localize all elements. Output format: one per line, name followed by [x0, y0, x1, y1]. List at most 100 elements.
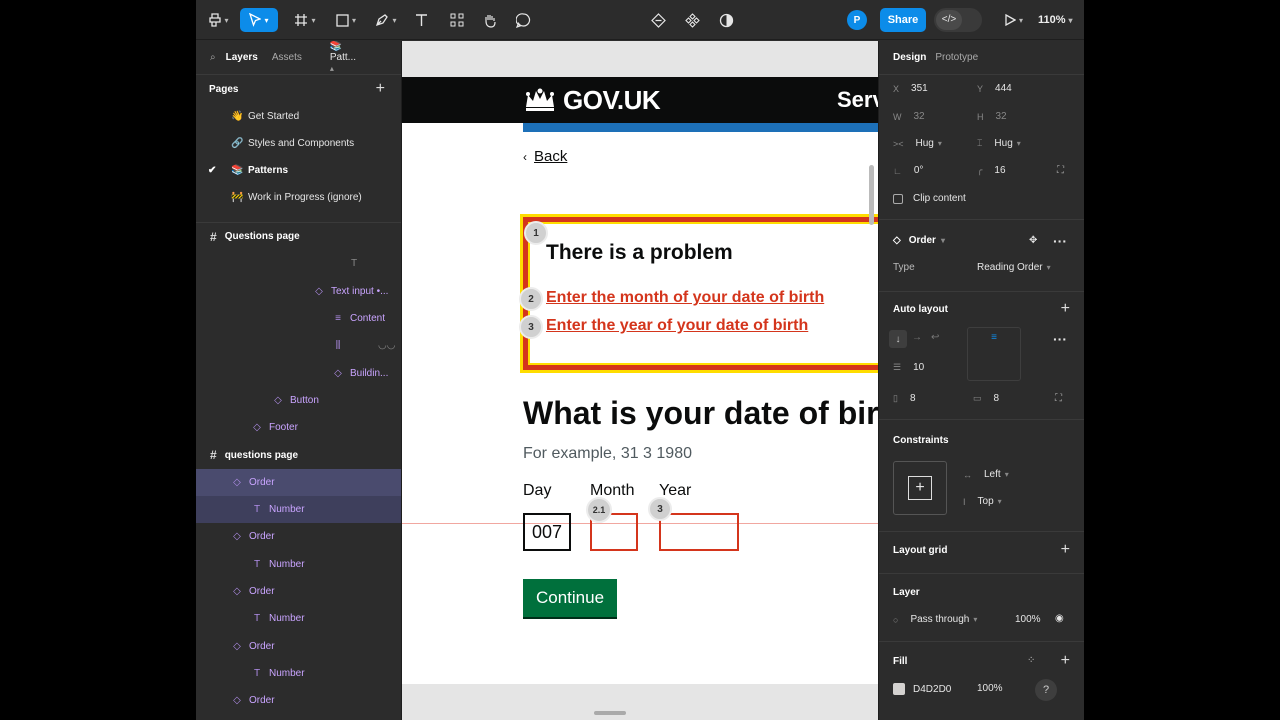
layer-button[interactable]: ◇ Button — [196, 387, 401, 414]
error-link-year[interactable]: Enter the year of your date of birth — [546, 317, 808, 335]
design-canvas[interactable]: GOV.UK Serv ‹ Back There is a problem En… — [402, 41, 878, 720]
layer-content[interactable]: ≡ Content — [196, 305, 401, 332]
width-field[interactable]: W 32 — [893, 111, 925, 122]
page-item-wip[interactable]: 🚧 Work in Progress (ignore) — [196, 184, 401, 211]
height-field[interactable]: H 32 — [977, 111, 1007, 122]
reading-order-badge[interactable]: 1 — [524, 221, 548, 245]
constraints-widget[interactable]: + — [893, 461, 947, 515]
type-select[interactable]: Reading Order ▾ — [977, 262, 1051, 273]
vertical-constraint-select[interactable]: I Top ▾ — [963, 496, 1002, 507]
independent-corners-icon[interactable]: ⛶ — [1057, 165, 1064, 176]
layer-number[interactable]: T Number — [196, 551, 401, 578]
layer-number[interactable]: T Number — [196, 495, 401, 524]
resources-button[interactable] — [446, 8, 468, 32]
pen-tool-button[interactable]: ▾ — [372, 8, 400, 32]
y-field[interactable]: Y 444 — [977, 83, 1012, 94]
tab-prototype[interactable]: Prototype — [935, 52, 978, 63]
layer-text[interactable]: T — [196, 250, 401, 277]
main-menu-button[interactable]: ▾ — [206, 8, 232, 32]
reading-order-badge[interactable]: 2.1 — [586, 497, 612, 523]
direction-vertical-button[interactable]: ↓ — [889, 330, 907, 348]
layer-opacity-field[interactable]: 100% — [1015, 614, 1041, 625]
go-to-component-icon[interactable]: ✥ — [1029, 235, 1037, 246]
add-fill-icon[interactable]: + — [1061, 652, 1070, 670]
vertical-scrollbar[interactable] — [869, 165, 874, 225]
move-tool-button[interactable]: ▾ — [240, 8, 278, 32]
alignment-grid[interactable]: ≡ — [967, 327, 1021, 381]
back-link[interactable]: ‹ Back — [523, 148, 567, 165]
frame-questions-page-2[interactable]: # questions page — [196, 441, 401, 468]
contrast-button[interactable] — [716, 8, 736, 32]
page-item-patterns[interactable]: ✔ 📚 Patterns — [196, 157, 401, 184]
frame-questions-page[interactable]: # Questions page — [196, 223, 401, 250]
page-item-get-started[interactable]: 👋 Get Started — [196, 103, 401, 130]
fill-swatch[interactable] — [893, 683, 905, 695]
add-page-icon[interactable]: + — [376, 80, 385, 98]
horizontal-constraint-select[interactable]: ↔ Left ▾ — [963, 469, 1009, 480]
reading-order-badge[interactable]: 3 — [519, 315, 543, 339]
frame-tool-button[interactable]: ▾ — [290, 8, 320, 32]
direction-horizontal-button[interactable]: → — [912, 332, 922, 343]
text-tool-button[interactable] — [410, 8, 432, 32]
page-item-styles[interactable]: 🔗 Styles and Components — [196, 130, 401, 157]
add-auto-layout-icon[interactable]: + — [1061, 300, 1070, 318]
layer-number[interactable]: T Number — [196, 660, 401, 687]
reading-order-badge[interactable]: 2 — [519, 287, 543, 311]
tab-layers[interactable]: Layers — [226, 52, 258, 63]
govuk-logo[interactable]: GOV.UK — [563, 85, 661, 116]
fill-opacity-field[interactable]: 100% — [977, 683, 1003, 694]
eye-icon[interactable]: ◉ — [1055, 613, 1064, 624]
error-link-month[interactable]: Enter the month of your date of birth — [546, 289, 824, 307]
tab-assets[interactable]: Assets — [272, 52, 302, 63]
search-icon[interactable]: ⌕ — [210, 52, 216, 63]
layer-hidden[interactable]: ⫼ ◡◡ — [196, 332, 401, 359]
blend-mode-select[interactable]: ○ Pass through ▾ — [893, 614, 977, 625]
day-input[interactable]: 007 — [523, 513, 571, 551]
page-selector[interactable]: 📚Patt... ▴ — [330, 41, 387, 74]
auto-layout-more-icon[interactable]: ··· — [1053, 331, 1067, 347]
width-mode-select[interactable]: >< Hug ▾ — [893, 138, 942, 149]
year-input[interactable] — [659, 513, 739, 551]
avatar[interactable]: P — [847, 10, 867, 30]
layer-footer[interactable]: ◇ Footer — [196, 414, 401, 441]
clip-content-checkbox[interactable]: Clip content — [893, 193, 966, 204]
shape-tool-button[interactable]: ▾ — [332, 8, 360, 32]
comment-tool-button[interactable] — [512, 8, 534, 32]
gap-field[interactable]: ☰ 10 — [893, 362, 924, 373]
present-button[interactable]: ▾ — [1000, 8, 1028, 32]
wrap-button[interactable]: ↩ — [931, 332, 939, 343]
horizontal-scrollbar[interactable] — [594, 711, 626, 715]
zoom-menu[interactable]: 110% ▾ — [1038, 8, 1073, 32]
questions-page-frame[interactable]: GOV.UK Serv ‹ Back There is a problem En… — [402, 77, 878, 684]
hand-tool-button[interactable] — [479, 8, 501, 32]
layer-building[interactable]: ◇ Buildin... — [196, 359, 401, 386]
more-options-icon[interactable]: ··· — [1053, 233, 1067, 249]
height-mode-select[interactable]: ⌶ Hug ▾ — [977, 138, 1021, 149]
padding-horizontal-field[interactable]: ▯ 8 — [893, 393, 916, 404]
tab-design[interactable]: Design — [893, 52, 926, 63]
service-name[interactable]: Serv — [837, 87, 878, 113]
layer-order[interactable]: ◇ Order — [196, 687, 401, 714]
layer-order[interactable]: ◇ Order — [196, 578, 401, 605]
add-layout-grid-icon[interactable]: + — [1061, 541, 1070, 559]
component-name[interactable]: ◇ Order ▾ — [893, 235, 945, 246]
dev-mode-toggle[interactable]: </> — [934, 8, 982, 32]
padding-vertical-field[interactable]: ▭ 8 — [973, 393, 999, 404]
components-button[interactable] — [682, 8, 702, 32]
share-button[interactable]: Share — [880, 8, 926, 32]
layer-number[interactable]: T Number — [196, 605, 401, 632]
layer-order-selected[interactable]: ◇ Order — [196, 468, 401, 496]
rotation-field[interactable]: ∟ 0° — [893, 165, 923, 176]
x-field[interactable]: X 351 — [893, 83, 928, 94]
fill-styles-icon[interactable]: ⁘ — [1027, 655, 1035, 666]
component-tool-button[interactable] — [648, 8, 668, 32]
individual-padding-icon[interactable]: ⛶ — [1055, 393, 1062, 404]
continue-button[interactable]: Continue — [523, 579, 617, 617]
layer-order[interactable]: ◇ Order — [196, 632, 401, 659]
fill-row[interactable]: D4D2D0 — [893, 683, 951, 695]
eye-closed-icon[interactable]: ◡◡ — [378, 340, 395, 351]
help-icon[interactable]: ? — [1035, 679, 1057, 701]
reading-order-badge[interactable]: 3 — [648, 497, 672, 521]
radius-field[interactable]: ╭ 16 — [977, 165, 1006, 176]
layer-order[interactable]: ◇ Order — [196, 523, 401, 550]
